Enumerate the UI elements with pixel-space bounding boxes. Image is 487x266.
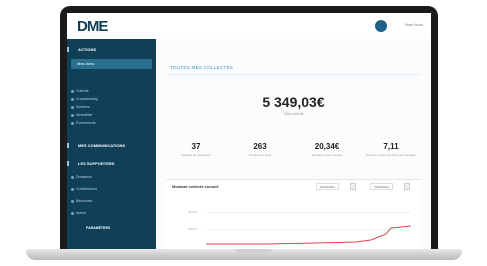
cumulative-chart-card: Montant collecté cumulé 01/03/2021 31/03… xyxy=(166,179,421,249)
date-to-input[interactable]: 31/03/2021 xyxy=(370,183,394,190)
stat-value: 7,11 xyxy=(383,142,399,151)
laptop-frame: DME Nom Nom Actions Mes dons Collecte Cr… xyxy=(60,6,438,251)
sidebar-item[interactable]: Newsletter xyxy=(76,113,93,117)
sidebar-section-communications[interactable]: Mes communications xyxy=(67,143,156,148)
chart-title: Montant collecté cumulé xyxy=(172,184,219,189)
sidebar: Actions Mes dons Collecte Crowdfunding S… xyxy=(67,39,156,249)
bullet-icon xyxy=(71,106,74,109)
user-avatar[interactable] xyxy=(375,20,387,32)
sidebar-item[interactable]: Événements xyxy=(76,121,95,125)
sidebar-subitem[interactable]: Bénévoles xyxy=(76,199,92,203)
page-title: Toutes mes collectes xyxy=(170,65,234,70)
user-name[interactable]: Nom Nom xyxy=(405,22,423,27)
bullet-icon xyxy=(71,212,74,215)
stat-label: Nombre de dons xyxy=(248,153,272,157)
y-axis-tick: 2000,0 xyxy=(188,227,198,231)
sidebar-item-mes-dons[interactable]: Mes dons xyxy=(71,59,152,69)
stat-average-donation: 20,34€ Montant moyen du don xyxy=(297,142,357,157)
bullet-icon xyxy=(71,188,74,191)
sidebar-section-supporters[interactable]: Les supporters xyxy=(67,161,156,166)
stat-label: Nombre de donateurs xyxy=(181,153,211,157)
stat-value: 263 xyxy=(253,142,267,151)
cumulative-line-chart xyxy=(206,225,411,245)
sidebar-item-settings[interactable]: Paramètres xyxy=(86,226,110,230)
bullet-icon xyxy=(71,122,74,125)
sidebar-subitem[interactable]: Autres xyxy=(76,211,86,215)
cumulative-amount-line xyxy=(206,225,411,245)
stat-average-per-donor: 7,11 Nombre moyen de dons par donateur xyxy=(361,142,421,157)
stat-donors: 37 Nombre de donateurs xyxy=(166,142,226,157)
stat-label: Montant moyen du don xyxy=(311,153,343,157)
calendar-icon[interactable] xyxy=(350,183,356,190)
laptop-notch xyxy=(236,249,272,253)
stat-label: Nombre moyen de dons par donateur xyxy=(366,153,416,157)
bullet-icon xyxy=(71,176,74,179)
sidebar-item[interactable]: Collecte xyxy=(76,89,89,93)
bullet-icon xyxy=(71,90,74,93)
total-amount: 5 349,03€ xyxy=(262,94,325,110)
stat-donations: 263 Nombre de dons xyxy=(230,142,290,157)
total-label: Total collecté xyxy=(283,112,304,116)
main-content: Toutes mes collectes 5 349,03€ Total col… xyxy=(156,39,431,249)
sidebar-section-actions: Actions xyxy=(67,47,156,52)
sidebar-subitem[interactable]: Contributeurs xyxy=(76,187,97,191)
sidebar-item[interactable]: Soutiens xyxy=(76,105,90,109)
bullet-icon xyxy=(71,200,74,203)
laptop-base xyxy=(26,249,462,260)
top-bar: DME Nom Nom xyxy=(67,13,431,40)
y-axis-tick: 4000,0 xyxy=(188,210,198,214)
calendar-icon[interactable] xyxy=(404,183,410,190)
sidebar-subitem[interactable]: Donateurs xyxy=(76,175,92,179)
bullet-icon xyxy=(71,114,74,117)
stat-value: 37 xyxy=(191,142,201,151)
stat-value: 20,34€ xyxy=(314,142,340,151)
bullet-icon xyxy=(71,98,74,101)
divider xyxy=(166,74,421,75)
date-from-input[interactable]: 01/03/2021 xyxy=(316,183,340,190)
sidebar-item[interactable]: Crowdfunding xyxy=(76,97,98,101)
app-logo[interactable]: DME xyxy=(77,18,108,35)
app-screen: DME Nom Nom Actions Mes dons Collecte Cr… xyxy=(67,13,431,249)
